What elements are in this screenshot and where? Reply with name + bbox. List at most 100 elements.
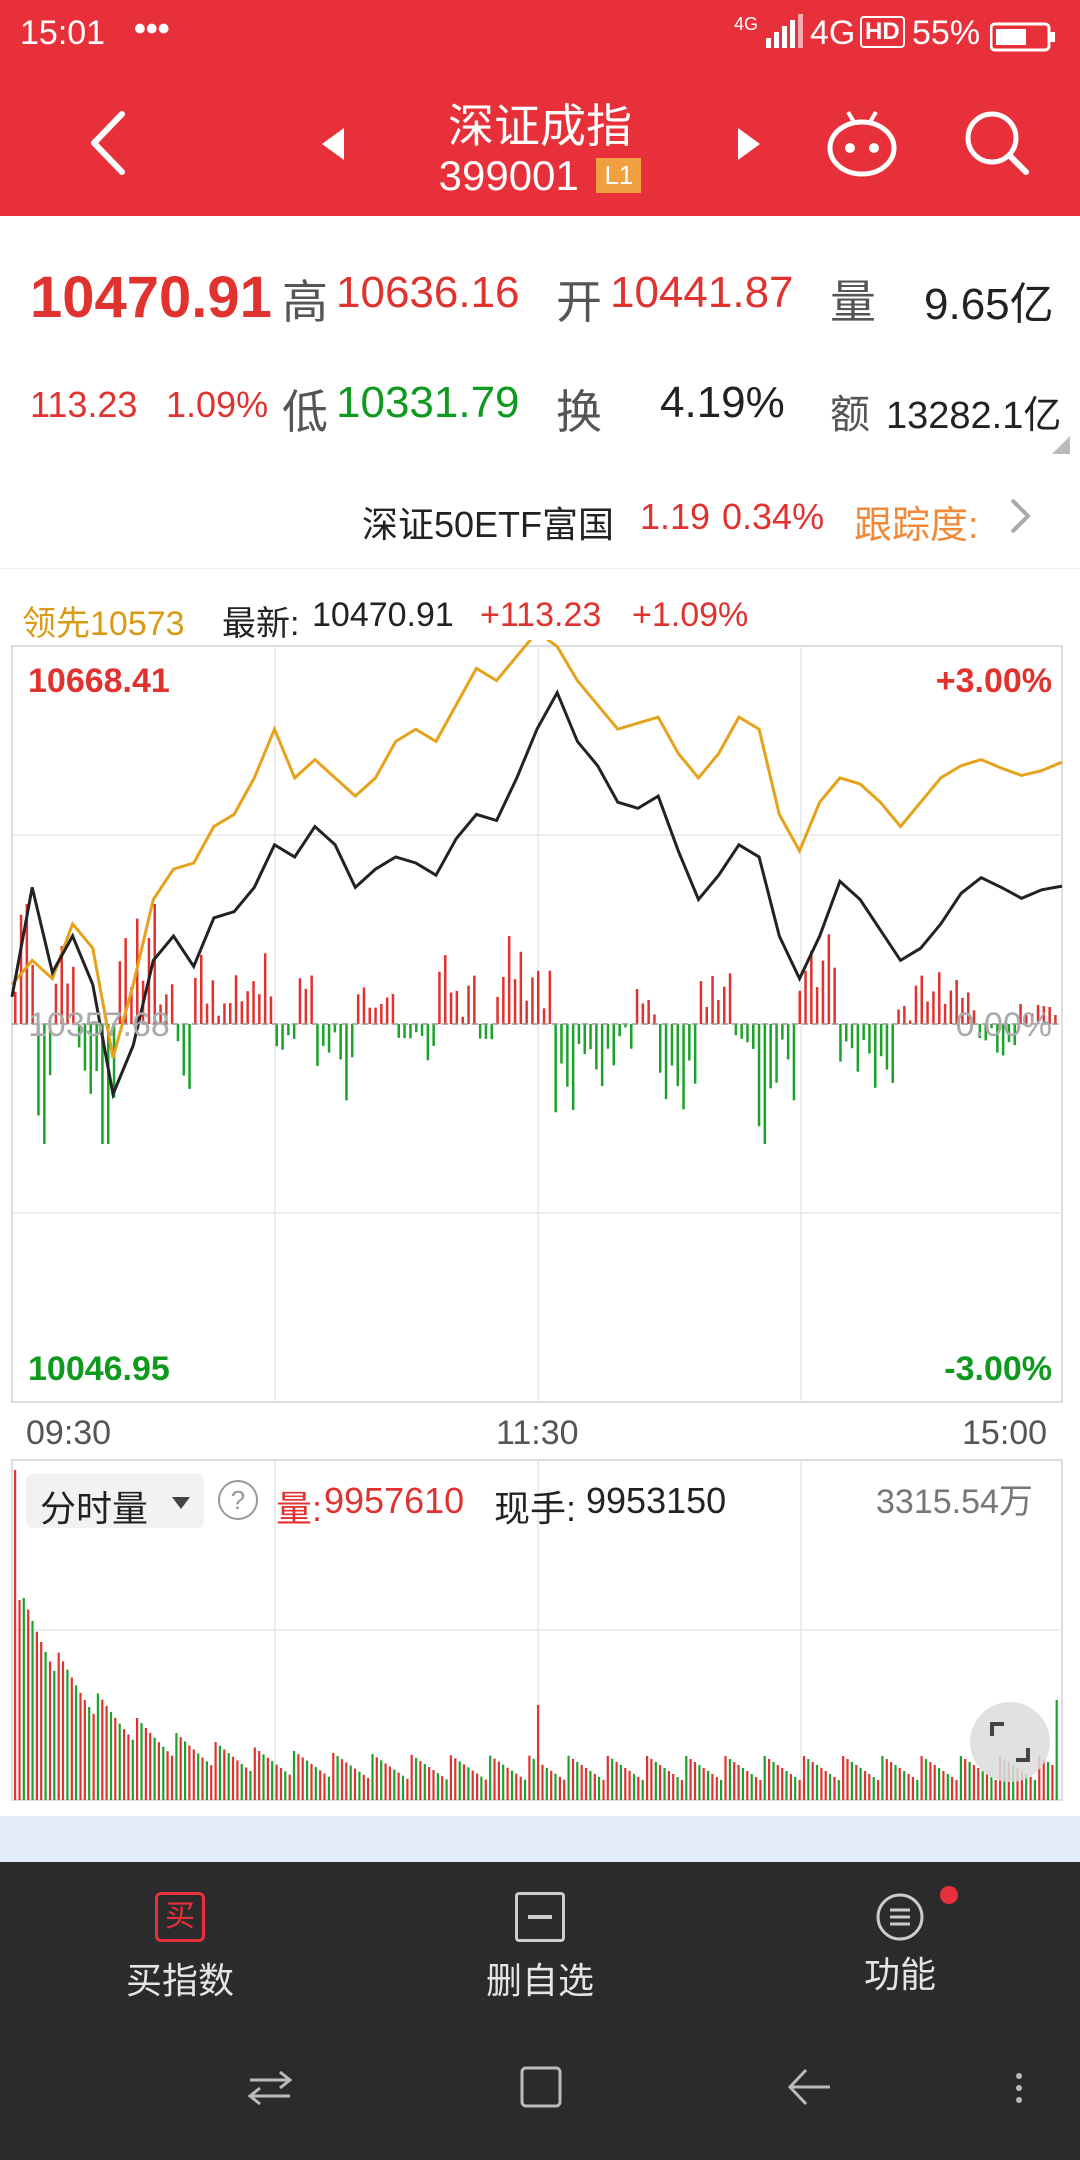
volume-bar	[707, 1771, 710, 1800]
volume-bar	[968, 1762, 971, 1800]
buy-icon: 买	[155, 1892, 205, 1942]
volume-bar	[606, 1755, 609, 1800]
axis-mid-price: 10357.68	[28, 1006, 170, 1044]
status-battery: 55%	[912, 14, 981, 52]
robot-icon[interactable]	[824, 108, 900, 178]
related-etf-row[interactable]: 深证50ETF富国 1.19 0.34% 跟踪度:	[0, 468, 1080, 569]
change-pct: 1.09%	[166, 384, 269, 425]
change-bar	[229, 1003, 232, 1024]
change-bar	[194, 978, 197, 1024]
legend-pct: +1.09%	[632, 596, 749, 634]
volume-bar	[798, 1780, 801, 1800]
volume-bar	[245, 1767, 248, 1800]
change-bar	[351, 1024, 354, 1058]
change-bar	[583, 1024, 586, 1055]
volume-bar	[598, 1776, 601, 1800]
volume-bar	[349, 1765, 352, 1800]
legend-change: +113.23	[480, 596, 602, 634]
volume-bar	[197, 1753, 200, 1800]
change-bar	[792, 1024, 796, 1101]
switch-icon[interactable]	[246, 2068, 294, 2108]
change-bar	[333, 1024, 337, 1033]
volume-bar	[92, 1713, 95, 1800]
volume-max: 3315.54万	[876, 1483, 1033, 1521]
stock-code-row: 399001 L1	[380, 152, 700, 200]
change-bar	[507, 936, 511, 1024]
search-icon[interactable]	[962, 108, 1032, 178]
volume-bar	[57, 1652, 60, 1800]
change-bar	[292, 1024, 296, 1039]
prev-stock-icon[interactable]	[318, 126, 348, 162]
latest-value: 10470.91	[312, 596, 454, 634]
back-icon[interactable]	[86, 108, 130, 178]
volume-bar	[184, 1741, 187, 1800]
volume-bar	[502, 1764, 505, 1800]
etf-pct: 0.34%	[722, 496, 825, 537]
back-nav-icon[interactable]	[786, 2066, 834, 2108]
time-axis: 09:30 11:30 15:00	[0, 1410, 1080, 1460]
chevron-right-icon[interactable]	[1008, 496, 1032, 536]
change-bar	[554, 1024, 557, 1113]
volume-bar	[83, 1700, 86, 1800]
next-stock-icon[interactable]	[734, 126, 764, 162]
banner-strip[interactable]	[0, 1816, 1080, 1862]
volume-bar	[314, 1767, 317, 1800]
volume-bar	[288, 1774, 291, 1800]
change-bar	[577, 1024, 581, 1044]
volume-bar	[985, 1774, 989, 1800]
change-bar	[699, 981, 703, 1024]
change-value: 113.23	[30, 384, 138, 425]
change-bar	[938, 972, 941, 1024]
volume-bar	[885, 1759, 888, 1800]
volume-bar	[820, 1768, 823, 1800]
fullscreen-button[interactable]	[970, 1702, 1050, 1782]
change-bar	[630, 1024, 633, 1049]
volume-bar	[911, 1777, 914, 1800]
buy-index-button[interactable]: 买 买指数	[80, 1892, 280, 2002]
function-label: 功能	[863, 1954, 936, 1995]
volume-bar	[292, 1750, 296, 1800]
change-bar	[478, 1024, 482, 1039]
volume-bar	[462, 1764, 466, 1800]
notification-dot	[940, 1886, 958, 1904]
volume-bar	[933, 1765, 936, 1800]
volume-bar	[249, 1771, 252, 1800]
volume-bar	[868, 1774, 871, 1800]
turnover-label: 换	[556, 386, 602, 438]
volume-bar	[532, 1758, 535, 1800]
volume-bar	[205, 1761, 208, 1800]
volume-selector[interactable]: 分时量	[26, 1474, 204, 1529]
volume-bar	[371, 1754, 374, 1800]
volume-bar	[397, 1772, 400, 1800]
status-net-small: 4G	[734, 14, 759, 34]
change-bar	[444, 955, 447, 1024]
change-bar	[339, 1024, 342, 1060]
more-nav-icon[interactable]	[1012, 2070, 1026, 2106]
expand-corner-icon[interactable]	[1052, 436, 1070, 454]
help-icon[interactable]: ?	[218, 1480, 258, 1520]
volume-bar	[223, 1749, 226, 1800]
change-bar	[560, 1024, 563, 1064]
change-bar	[380, 1004, 383, 1024]
change-bar	[606, 1024, 610, 1049]
change-bar	[455, 990, 459, 1024]
function-button[interactable]: 功能	[800, 1886, 1000, 2002]
change-bar	[786, 1024, 790, 1060]
change-bar	[618, 1024, 621, 1037]
change-bar	[14, 991, 17, 1024]
change-bar	[885, 1024, 889, 1070]
home-icon[interactable]	[518, 2064, 564, 2110]
change-bar	[1054, 1015, 1057, 1024]
volume-bar	[676, 1777, 679, 1800]
change-bar	[217, 1015, 220, 1024]
volume-bar	[1042, 1759, 1045, 1800]
volume-bar	[537, 1705, 540, 1800]
battery-icon	[989, 22, 1056, 52]
change-bar	[176, 1024, 180, 1042]
remove-watchlist-button[interactable]: 删自选	[440, 1892, 640, 2035]
change-bar	[908, 1020, 912, 1024]
change-bar	[420, 1024, 424, 1036]
price-chart[interactable]: 10668.41 +3.00% 10357.68 0.00% 10046.95 …	[0, 640, 1080, 1410]
volume-bar	[157, 1742, 160, 1800]
change-bar	[752, 1024, 755, 1049]
